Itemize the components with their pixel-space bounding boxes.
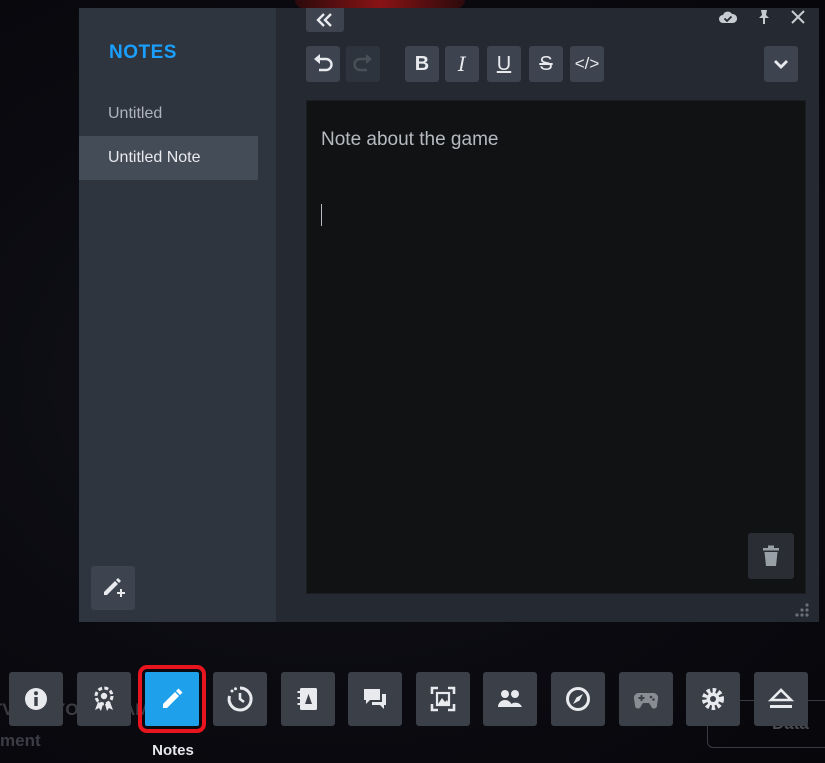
screenshot-icon <box>430 686 456 712</box>
bold-button[interactable]: B <box>405 46 439 82</box>
delete-note-button[interactable] <box>748 533 794 579</box>
game-background-text: ment <box>0 731 41 750</box>
redo-button[interactable] <box>346 46 380 82</box>
text-caret <box>321 204 322 226</box>
chat-icon <box>364 689 386 709</box>
resize-grip-icon[interactable] <box>792 600 810 618</box>
underline-button[interactable]: U <box>487 46 521 82</box>
achievements-button[interactable] <box>77 672 131 726</box>
settings-button[interactable] <box>686 672 740 726</box>
code-button[interactable]: </> <box>570 46 604 82</box>
close-icon[interactable] <box>791 10 805 24</box>
pin-icon[interactable] <box>757 9 771 25</box>
collapse-sidebar-button[interactable] <box>306 8 344 32</box>
code-icon: </> <box>574 54 600 73</box>
chevron-down-icon <box>774 60 788 69</box>
note-list-item-selected[interactable]: Untitled Note <box>79 136 258 180</box>
friends-icon <box>498 690 522 707</box>
new-note-icon <box>104 578 125 597</box>
notes-icon <box>163 688 183 708</box>
eject-icon <box>767 688 795 708</box>
bold-icon: B <box>414 52 430 75</box>
eject-button[interactable] <box>754 672 808 726</box>
chat-button[interactable] <box>348 672 402 726</box>
notes-sidebar: NOTES Untitled Untitled Note <box>79 8 276 622</box>
undo-icon <box>314 54 333 72</box>
new-note-button[interactable] <box>91 566 135 610</box>
redo-icon <box>353 54 372 72</box>
undo-button[interactable] <box>306 46 340 82</box>
note-list-item[interactable]: Untitled <box>79 92 258 136</box>
italic-icon: I <box>458 52 466 76</box>
double-chevron-left-icon <box>316 13 332 27</box>
trash-icon <box>763 545 779 566</box>
timer-button[interactable] <box>213 672 267 726</box>
info-button[interactable] <box>9 672 63 726</box>
guides-button[interactable] <box>281 672 335 726</box>
strikethrough-icon: S <box>539 52 553 75</box>
note-content[interactable]: Note about the game <box>321 129 498 151</box>
note-editor[interactable]: Note about the game <box>306 100 806 594</box>
note-editor-area: B I U S </> Note about the game <box>276 8 819 622</box>
italic-button[interactable]: I <box>445 46 479 82</box>
window-controls <box>719 8 805 26</box>
strikethrough-button[interactable]: S <box>529 46 563 82</box>
guide-book-icon <box>297 688 317 710</box>
info-icon <box>25 688 47 710</box>
achievements-icon <box>94 686 114 711</box>
more-options-button[interactable] <box>764 46 798 82</box>
cloud-sync-icon[interactable] <box>719 10 737 24</box>
game-logo-fragment <box>295 0 465 8</box>
notes-panel: NOTES Untitled Untitled Note B I U S </>… <box>79 8 819 622</box>
timer-icon <box>227 686 253 712</box>
compass-icon <box>566 687 590 711</box>
active-button-label: Notes <box>152 742 194 759</box>
notes-title: NOTES <box>109 42 177 63</box>
controller-button[interactable] <box>619 672 673 726</box>
gear-icon <box>702 688 724 710</box>
friends-button[interactable] <box>483 672 537 726</box>
browser-button[interactable] <box>551 672 605 726</box>
notes-button[interactable] <box>138 665 206 733</box>
underline-icon: U <box>496 52 512 75</box>
controller-icon <box>633 693 659 709</box>
screenshot-button[interactable] <box>416 672 470 726</box>
